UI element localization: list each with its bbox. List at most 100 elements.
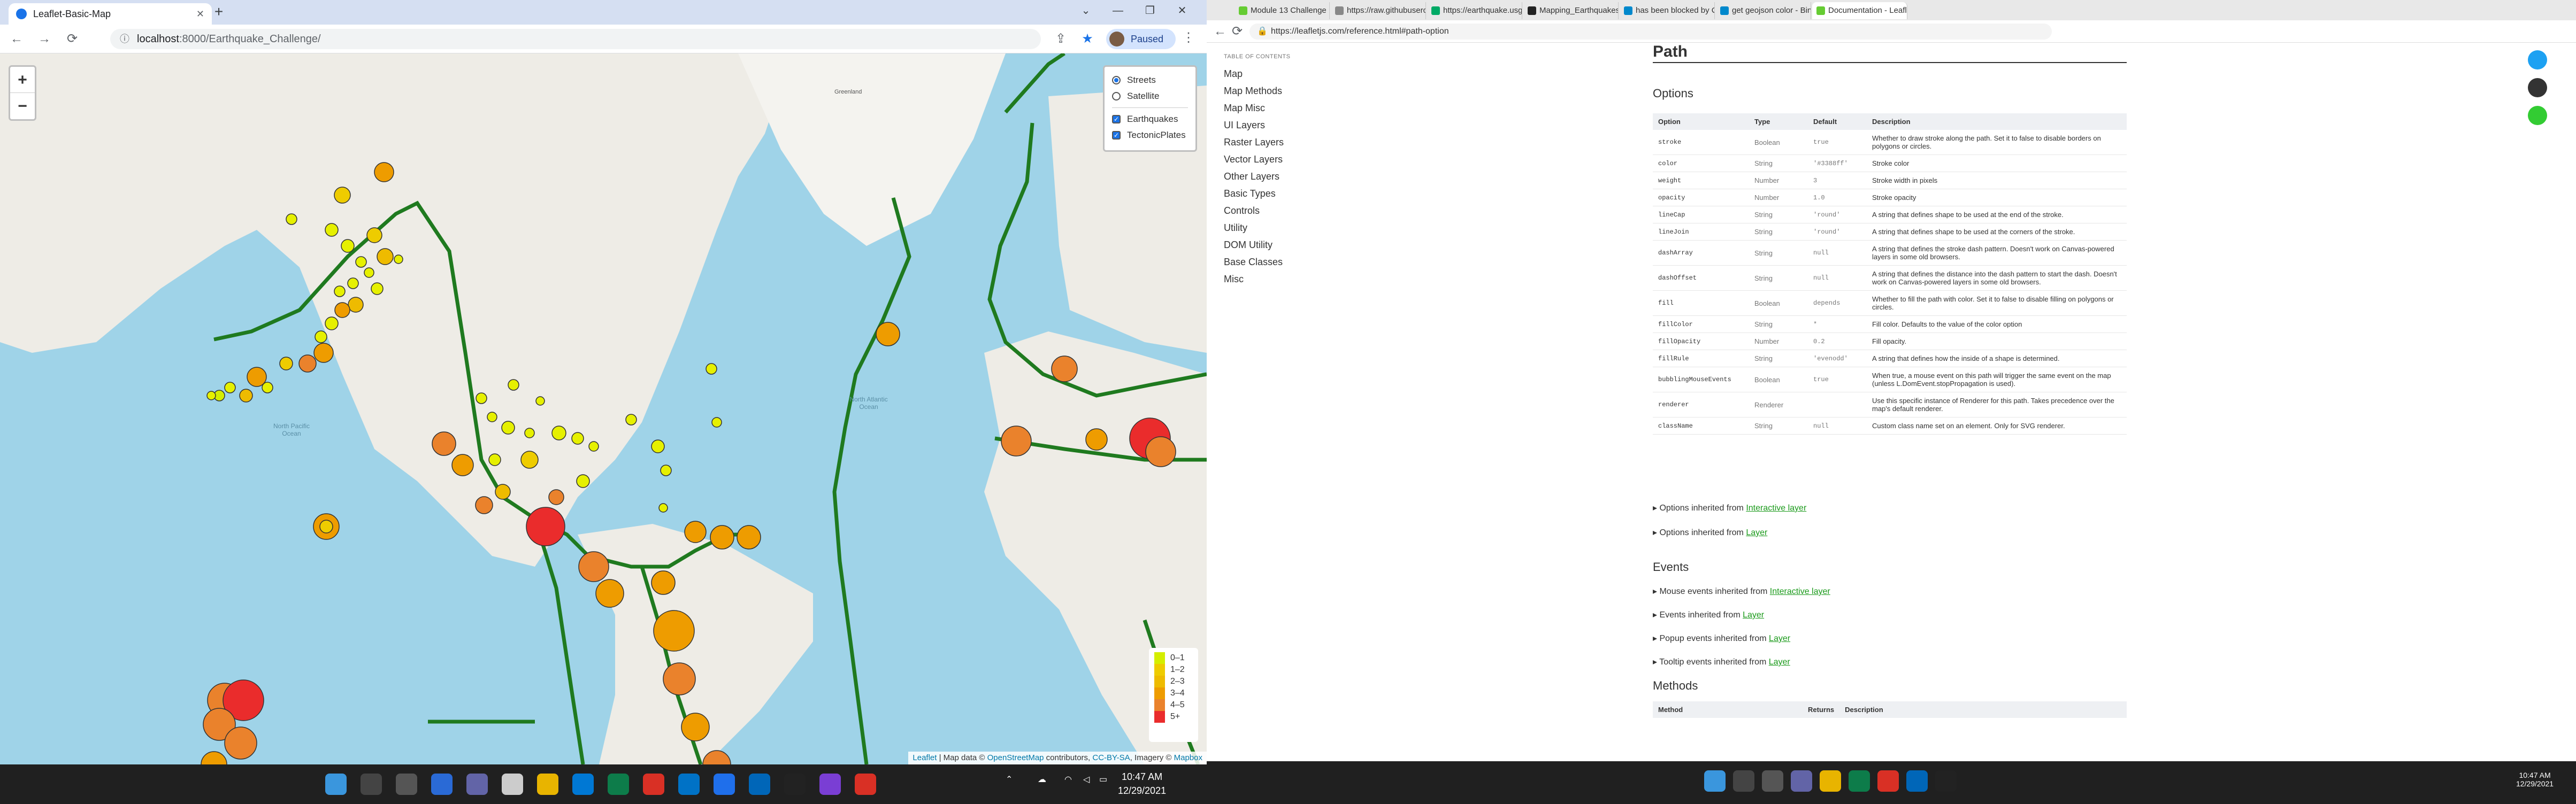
inherited-events-1[interactable]: ▸ Mouse events inherited from Interactiv… xyxy=(1653,586,1830,597)
address-bar[interactable]: 🔒 https://leafletjs.com/reference.html#p… xyxy=(1249,24,2052,40)
widgets-icon[interactable] xyxy=(431,774,453,795)
close-tab-icon[interactable]: ✕ xyxy=(196,9,204,20)
task-view-icon[interactable] xyxy=(396,774,417,795)
inherit-link[interactable]: Layer xyxy=(1769,634,1790,643)
github-icon[interactable] xyxy=(2528,78,2547,97)
toc-item[interactable]: Map Methods xyxy=(1224,86,1309,103)
teams-icon[interactable] xyxy=(1791,770,1812,792)
tab-mapping-eq[interactable]: Mapping_Earthquakes/Earthqu... xyxy=(1523,2,1619,19)
leaflet-link[interactable]: Leaflet xyxy=(913,753,937,762)
toc-item[interactable]: Other Layers xyxy=(1224,171,1309,188)
github-icon[interactable] xyxy=(784,774,806,795)
zoom-out-button[interactable]: − xyxy=(10,93,35,119)
inherit-link[interactable]: Layer xyxy=(1746,528,1767,537)
toc-item[interactable]: Basic Types xyxy=(1224,188,1309,205)
inherited-options-1[interactable]: ▸ Options inherited from Interactive lay… xyxy=(1653,502,1806,513)
clock[interactable]: 10:47 AM 12/29/2021 xyxy=(2516,771,2554,788)
explorer-icon[interactable] xyxy=(502,774,523,795)
battery-icon[interactable]: ▭ xyxy=(1099,774,1107,785)
tab-usgs[interactable]: https://earthquake.usgs.gov/ear... xyxy=(1427,2,1522,19)
osm-link[interactable]: OpenStreetMap xyxy=(987,753,1044,762)
github-icon[interactable] xyxy=(1935,770,1957,792)
close-window-icon[interactable]: ✕ xyxy=(1166,0,1198,21)
reload-icon[interactable]: ⟳ xyxy=(63,30,81,48)
forward-arrow-icon[interactable]: → xyxy=(35,30,53,48)
clock[interactable]: 10:47 AM 12/29/2021 xyxy=(1118,770,1166,798)
volume-icon[interactable]: ◁ xyxy=(1083,774,1090,785)
windows-start-icon[interactable] xyxy=(325,774,347,795)
more-menu-icon[interactable]: ⋮ xyxy=(1182,30,1195,45)
edge-icon[interactable] xyxy=(608,774,629,795)
overlay-earthquakes[interactable]: ✓ Earthquakes xyxy=(1112,111,1188,127)
share-icon[interactable]: ⇪ xyxy=(1052,30,1070,48)
folder-icon[interactable] xyxy=(537,774,558,795)
windows-start-icon[interactable] xyxy=(1704,770,1726,792)
restore-icon[interactable]: ❐ xyxy=(1134,0,1166,21)
teams-icon[interactable] xyxy=(466,774,488,795)
inherit-link[interactable]: Layer xyxy=(1769,658,1790,667)
edge-icon[interactable] xyxy=(1849,770,1870,792)
checkbox-earthquakes[interactable]: ✓ xyxy=(1112,115,1121,123)
folder-icon[interactable] xyxy=(1820,770,1841,792)
inherit-link[interactable]: Interactive layer xyxy=(1746,504,1806,513)
inherited-options-2[interactable]: ▸ Options inherited from Layer xyxy=(1653,527,1767,538)
minimize-icon[interactable]: — xyxy=(1102,0,1134,21)
search-icon[interactable] xyxy=(1733,770,1754,792)
chevron-up-icon[interactable]: ⌃ xyxy=(1006,774,1013,785)
tab-raw-github[interactable]: https://raw.githubusercontent... xyxy=(1331,2,1426,19)
chrome-active-icon[interactable] xyxy=(855,774,876,795)
cc-link[interactable]: CC-BY-SA xyxy=(1092,753,1130,762)
checkbox-tectonic-plates[interactable]: ✓ xyxy=(1112,131,1121,140)
todo-icon[interactable] xyxy=(714,774,735,795)
overlay-tectonic-plates[interactable]: ✓ TectonicPlates xyxy=(1112,127,1188,143)
chevron-down-icon[interactable]: ⌄ xyxy=(1070,0,1102,21)
profile-paused-button[interactable]: Paused xyxy=(1106,29,1176,49)
reload-icon[interactable]: ⟳ xyxy=(1228,22,1246,41)
leaflet-map[interactable]: Greenland North Atlantic Ocean North Pac… xyxy=(0,53,1207,764)
star-bookmark-icon[interactable]: ★ xyxy=(1078,30,1097,48)
layer-satellite[interactable]: Satellite xyxy=(1112,88,1188,104)
tab-leaflet-basic-map[interactable]: Leaflet-Basic-Map ✕ xyxy=(9,3,212,25)
info-icon[interactable]: ⓘ xyxy=(120,29,129,49)
toc-item[interactable]: Raster Layers xyxy=(1224,137,1309,154)
vscode-icon[interactable] xyxy=(1906,770,1928,792)
toc-item[interactable]: Utility xyxy=(1224,222,1309,239)
wifi-icon[interactable]: ◠ xyxy=(1064,774,1072,785)
toc-item[interactable]: Controls xyxy=(1224,205,1309,222)
twitter-icon[interactable] xyxy=(2528,50,2547,69)
inherit-link[interactable]: Interactive layer xyxy=(1770,587,1830,596)
vscode-icon[interactable] xyxy=(749,774,770,795)
inherited-events-3[interactable]: ▸ Popup events inherited from Layer xyxy=(1653,633,1790,644)
inherited-events-4[interactable]: ▸ Tooltip events inherited from Layer xyxy=(1653,656,1790,667)
toc-item[interactable]: UI Layers xyxy=(1224,120,1309,137)
toc-item[interactable]: Misc xyxy=(1224,274,1309,291)
inherited-events-2[interactable]: ▸ Events inherited from Layer xyxy=(1653,609,1764,620)
address-bar[interactable]: ⓘ localhost:8000/Earthquake_Challenge/ xyxy=(110,29,1041,49)
back-arrow-icon[interactable]: ← xyxy=(7,30,26,48)
toc-item[interactable]: Vector Layers xyxy=(1224,154,1309,171)
layer-streets[interactable]: Streets xyxy=(1112,72,1188,88)
toc-item[interactable]: Map xyxy=(1224,68,1309,86)
search-icon[interactable] xyxy=(361,774,382,795)
tab-cors[interactable]: has been blocked by CORS poli... xyxy=(1620,2,1715,19)
radio-satellite[interactable] xyxy=(1112,92,1121,100)
chat-icon[interactable] xyxy=(2528,106,2547,125)
app-icon[interactable] xyxy=(819,774,841,795)
tab-bing[interactable]: get geojson color - Bing xyxy=(1716,2,1811,19)
new-tab-button[interactable]: + xyxy=(210,3,228,21)
zoom-in-button[interactable]: + xyxy=(10,67,35,93)
toc-item[interactable]: DOM Utility xyxy=(1224,239,1309,257)
tab-module-13[interactable]: Module 13 Challenge xyxy=(1235,2,1330,19)
toc-item[interactable]: Base Classes xyxy=(1224,257,1309,274)
cloud-icon[interactable]: ☁ xyxy=(1038,774,1046,785)
mail-icon[interactable] xyxy=(572,774,594,795)
outlook-icon[interactable] xyxy=(678,774,700,795)
toc-item[interactable]: Map Misc xyxy=(1224,103,1309,120)
mapbox-link[interactable]: Mapbox xyxy=(1174,753,1202,762)
tab-leaflet-docs[interactable]: Documentation - Leaflet - a Jav... xyxy=(1812,2,1907,19)
back-arrow-icon[interactable]: ← xyxy=(1211,22,1229,41)
inherit-link[interactable]: Layer xyxy=(1743,610,1764,620)
task-view-icon[interactable] xyxy=(1762,770,1783,792)
chrome-icon[interactable] xyxy=(643,774,664,795)
chrome-icon[interactable] xyxy=(1877,770,1899,792)
